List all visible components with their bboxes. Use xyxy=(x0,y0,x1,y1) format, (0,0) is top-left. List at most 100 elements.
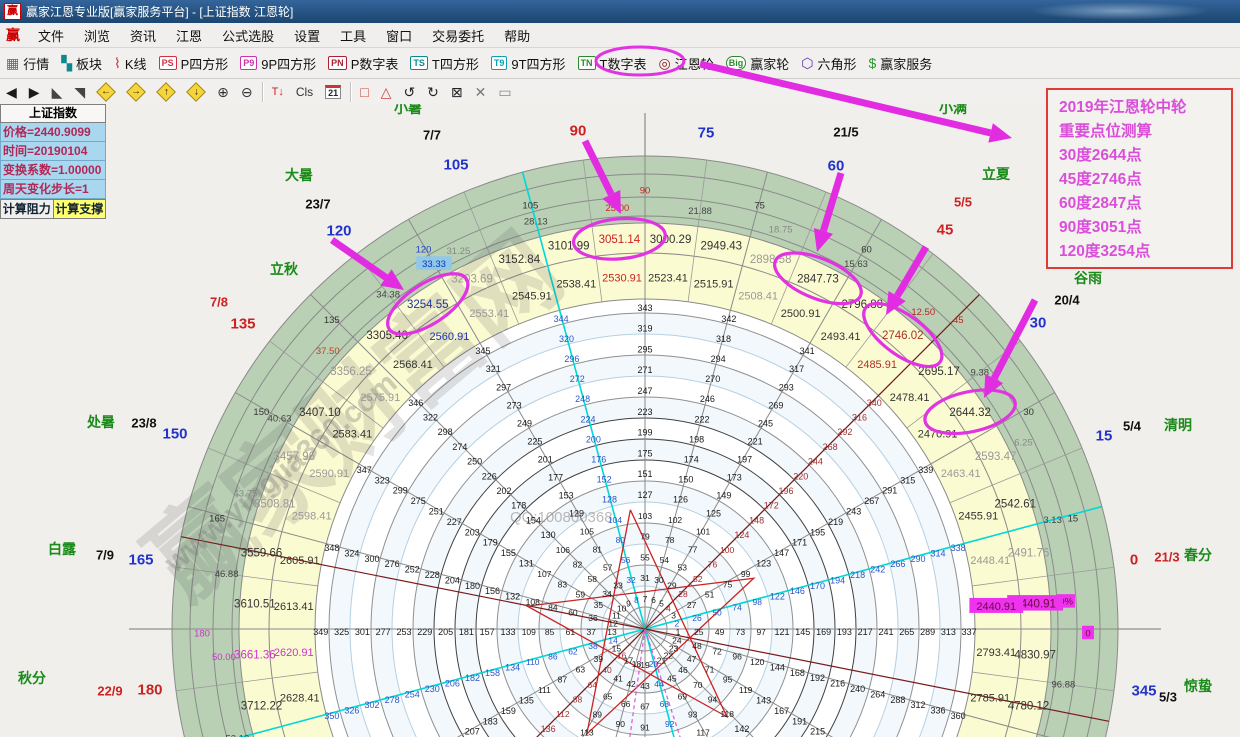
menu-item-4[interactable]: 公式选股 xyxy=(212,24,284,47)
toolbar-button-T四方形[interactable]: TST四方形 xyxy=(404,51,484,75)
menu-item-7[interactable]: 窗口 xyxy=(376,24,422,47)
price-ring-inner-label: 2448.41 xyxy=(970,555,1010,567)
price-ring-outer-label: 3457.96 xyxy=(274,451,316,463)
percent-ring-label: 34.38 xyxy=(376,290,400,301)
toolbar-button-⊕[interactable]: ⊕ xyxy=(211,80,235,104)
toolbar-button-赢家服务[interactable]: $赢家服务 xyxy=(862,51,938,75)
toolbar-button-P四方形[interactable]: PSP四方形 xyxy=(153,51,235,75)
toolbar-button-T数字表[interactable]: TNT数字表 xyxy=(572,51,653,75)
spiral-number: 36 xyxy=(588,613,598,623)
toolbar-button-△[interactable]: △ xyxy=(375,80,398,104)
price-ring-inner-label: 2605.91 xyxy=(280,555,320,567)
toolbar-button-板块[interactable]: ▚板块 xyxy=(55,51,108,75)
diamond-arrow-→-icon: → xyxy=(126,82,146,102)
toolbar-button-行情[interactable]: ▦行情 xyxy=(0,51,55,75)
toolbar-button-4[interactable]: ← xyxy=(91,80,121,104)
spiral-number: 40 xyxy=(602,665,612,675)
↺-icon: ↺ xyxy=(403,85,415,99)
spiral-number: 81 xyxy=(593,544,603,554)
toolbar-label: 行情 xyxy=(23,54,49,73)
spiral-number: 195 xyxy=(810,527,825,537)
price-ring-inner-label: 2628.41 xyxy=(280,693,320,705)
toolbar-button-↺[interactable]: ↺ xyxy=(397,80,421,104)
gann-wheel-button[interactable]: ◎江恩轮 xyxy=(652,51,719,75)
menu-item-6[interactable]: 工具 xyxy=(330,24,376,47)
panel-button-1[interactable]: 计算支撑 xyxy=(54,199,107,219)
toolbar-button-T↓[interactable]: T↓ xyxy=(266,80,290,104)
toolbar-button-P数字表[interactable]: PNP数字表 xyxy=(322,51,404,75)
toolbar-button-5[interactable]: → xyxy=(121,80,151,104)
toolbar-button-7[interactable]: ↓ xyxy=(181,80,211,104)
spiral-number: 48 xyxy=(692,641,702,651)
wheel-outer-label-345: 345 xyxy=(1131,682,1156,699)
spiral-number: 64 xyxy=(588,680,598,690)
spiral-number: 203 xyxy=(465,527,480,537)
△-icon: △ xyxy=(381,85,392,99)
toolbar-label: 板块 xyxy=(76,54,102,73)
annotation-line-2: 30度2644点 xyxy=(1059,144,1231,168)
toolbar-label: P四方形 xyxy=(181,54,229,73)
spiral-number: 95 xyxy=(723,675,733,685)
menu-item-5[interactable]: 设置 xyxy=(284,24,330,47)
percent-ring-label: 15.63 xyxy=(844,259,868,270)
toolbar-button-⊠[interactable]: ⊠ xyxy=(445,80,469,104)
spiral-number: 272 xyxy=(570,374,585,384)
toolbar-button-▶[interactable]: ▶ xyxy=(23,80,46,104)
toolbar-button-◀[interactable]: ◀ xyxy=(0,80,23,104)
spiral-number: 323 xyxy=(375,475,390,485)
spiral-number: 301 xyxy=(355,627,370,637)
spiral-number: 314 xyxy=(931,548,946,558)
toolbar-button-6[interactable]: ↑ xyxy=(151,80,181,104)
menu-item-0[interactable]: 文件 xyxy=(28,24,74,47)
toolbar-button-六角形[interactable]: ⬡六角形 xyxy=(795,51,862,75)
menu-item-3[interactable]: 江恩 xyxy=(166,24,212,47)
spiral-number: 97 xyxy=(756,627,766,637)
toolbar-button-9T四方形[interactable]: T99T四方形 xyxy=(485,51,572,75)
wheel-outer-label-5/4: 5/4 xyxy=(1123,419,1142,434)
spiral-number: 61 xyxy=(566,627,576,637)
toolbar-button-21[interactable]: 21 xyxy=(319,80,347,104)
spiral-number: 93 xyxy=(688,710,698,720)
toolbar-button-K线[interactable]: ⌇K线 xyxy=(108,51,153,75)
panel-button-0[interactable]: 计算阻力 xyxy=(0,199,54,219)
menu-item-2[interactable]: 资讯 xyxy=(120,24,166,47)
price-ring-inner-label: 2793.41 xyxy=(976,647,1016,659)
toolbar-button-▭[interactable]: ▭ xyxy=(492,80,517,104)
menu-item-8[interactable]: 交易委托 xyxy=(422,24,494,47)
toolbar-button-赢家轮[interactable]: Big赢家轮 xyxy=(720,51,796,75)
toolbar-button-□[interactable]: □ xyxy=(354,80,374,104)
spiral-number: 312 xyxy=(910,700,925,710)
spiral-number: 247 xyxy=(637,386,652,396)
spiral-number: 58 xyxy=(588,574,598,584)
toolbar-button-Cls[interactable]: Cls xyxy=(290,80,319,104)
price-ring-inner-label: 2515.91 xyxy=(694,279,734,291)
spiral-number: 226 xyxy=(482,471,497,481)
spiral-number: 157 xyxy=(480,627,495,637)
spiral-number: 74 xyxy=(732,602,742,612)
spiral-number: 122 xyxy=(770,592,785,602)
price-ring-outer-label: 2898.58 xyxy=(750,254,792,266)
menu-item-9[interactable]: 帮助 xyxy=(494,24,540,47)
spiral-number: 240 xyxy=(850,684,865,694)
panel-row-1: 时间=20190104 xyxy=(0,142,106,161)
spiral-number: 177 xyxy=(548,472,563,482)
price-ring-inner-label: 2500.91 xyxy=(781,308,821,320)
price-ring-outer-label: 2491.76 xyxy=(1008,548,1050,560)
toolbar-button-9P四方形[interactable]: P99P四方形 xyxy=(234,51,322,75)
spiral-number: 49 xyxy=(715,627,725,637)
toolbar-button-↻[interactable]: ↻ xyxy=(421,80,445,104)
spiral-number: 198 xyxy=(689,434,704,444)
toolbar-button-⊖[interactable]: ⊖ xyxy=(235,80,259,104)
toolbar-button-✕[interactable]: ✕ xyxy=(469,80,493,104)
price-ring-outer-label: 2542.61 xyxy=(994,498,1036,510)
□-icon: □ xyxy=(360,85,368,99)
menu-item-1[interactable]: 浏览 xyxy=(74,24,120,47)
spiral-number: 5 xyxy=(659,598,664,608)
spiral-number: 105 xyxy=(580,526,594,536)
spiral-number: 289 xyxy=(920,627,935,637)
Cls-icon: Cls xyxy=(296,85,313,99)
toolbar-button-◣[interactable]: ◣ xyxy=(46,80,69,104)
spiral-number: 154 xyxy=(526,515,541,525)
annotation-line-6: 120度3254点 xyxy=(1059,240,1231,264)
toolbar-button-◥[interactable]: ◥ xyxy=(68,80,91,104)
